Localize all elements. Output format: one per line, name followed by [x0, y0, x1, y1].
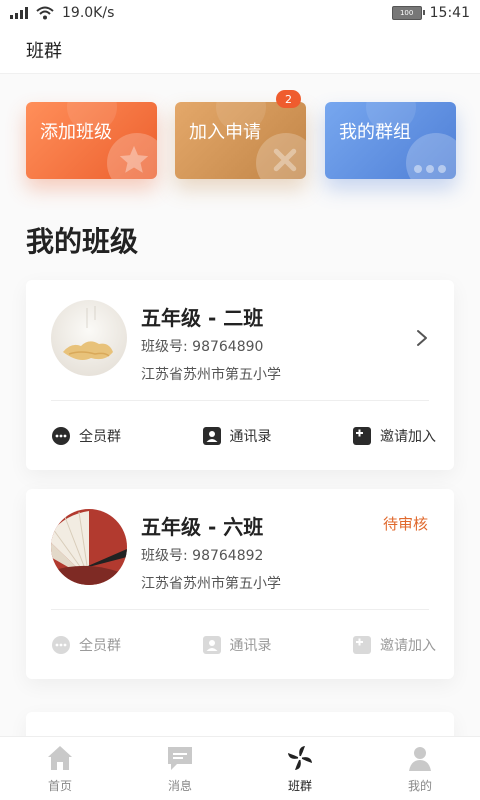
invite-icon — [353, 636, 371, 654]
class-card[interactable]: 五年级 - 六班 班级号: 98764892 江苏省苏州市第五小学 待审核 全员… — [26, 489, 454, 679]
join-request-button[interactable]: 加入申请 — [175, 102, 306, 179]
quick-actions: 添加班级 加入申请 我的群组 — [0, 102, 480, 180]
join-request-badge: 2 — [276, 90, 301, 108]
invite-label: 邀请加入 — [380, 429, 436, 445]
battery-icon: 100 — [391, 6, 425, 20]
chevron-right-icon[interactable] — [414, 328, 430, 348]
battery-level: 100 — [399, 9, 414, 17]
card-divider — [51, 609, 429, 610]
invite-button[interactable]: 邀请加入 — [352, 426, 436, 446]
status-right: 100 15:41 — [391, 5, 470, 21]
contacts-label: 通讯录 — [229, 638, 272, 654]
class-number: 班级号: 98764890 — [141, 336, 263, 356]
class-name: 五年级 - 六班 — [141, 515, 264, 539]
nav-home-label: 首页 — [47, 779, 72, 793]
nav-profile-label: 我的 — [407, 779, 432, 793]
all-members-group-button[interactable]: 全员群 — [51, 426, 121, 446]
pending-review-badge: 待审核 — [382, 515, 428, 533]
class-number-label: 班级号: — [141, 339, 188, 355]
user-icon — [409, 747, 431, 771]
page-title: 班群 — [26, 40, 62, 62]
invite-icon — [353, 427, 371, 445]
all-members-group-label: 全员群 — [79, 429, 121, 445]
class-number-value: 98764892 — [192, 548, 264, 564]
clock: 15:41 — [429, 5, 470, 21]
contacts-button[interactable]: 通讯录 — [202, 635, 272, 655]
close-icon — [273, 148, 297, 172]
status-bar: 19.0K/s 100 15:41 — [0, 0, 480, 26]
page-header: 班群 — [0, 26, 480, 74]
contacts-icon — [202, 636, 221, 654]
chat-bubble-icon — [52, 427, 70, 445]
pinwheel-icon — [288, 746, 312, 770]
class-avatar — [51, 300, 127, 376]
card-divider — [51, 400, 429, 401]
network-speed: 19.0K/s — [62, 5, 115, 21]
message-icon — [168, 747, 192, 770]
class-actions: 全员群 通讯录 邀请加入 — [51, 426, 436, 446]
invite-button[interactable]: 邀请加入 — [352, 635, 436, 655]
invite-label: 邀请加入 — [380, 638, 436, 654]
add-class-label: 添加班级 — [40, 122, 112, 143]
class-number-value: 98764890 — [192, 339, 264, 355]
add-class-button[interactable]: 添加班级 — [26, 102, 157, 179]
class-school: 江苏省苏州市第五小学 — [141, 576, 281, 592]
status-left: 19.0K/s — [10, 5, 114, 21]
nav-profile[interactable]: 我的 — [360, 737, 480, 800]
nav-home[interactable]: 首页 — [0, 737, 120, 800]
contacts-icon — [202, 427, 221, 445]
join-request-label: 加入申请 — [189, 122, 261, 143]
chat-bubble-icon — [52, 636, 70, 654]
all-members-group-button[interactable]: 全员群 — [51, 635, 121, 655]
nav-class-group[interactable]: 班群 — [240, 737, 360, 800]
nav-class-group-label: 班群 — [287, 779, 312, 793]
signal-icon — [10, 7, 28, 19]
wifi-icon — [36, 6, 54, 20]
home-icon — [48, 746, 72, 770]
class-avatar — [51, 509, 127, 585]
star-icon — [119, 145, 149, 173]
my-groups-label: 我的群组 — [339, 122, 411, 143]
section-title: 我的班级 — [26, 225, 139, 258]
class-number-label: 班级号: — [141, 548, 188, 564]
all-members-group-label: 全员群 — [79, 638, 121, 654]
class-name: 五年级 - 二班 — [141, 306, 264, 330]
class-school: 江苏省苏州市第五小学 — [141, 367, 281, 383]
chat-dots-icon — [414, 165, 446, 173]
my-groups-button[interactable]: 我的群组 — [325, 102, 456, 179]
contacts-label: 通讯录 — [229, 429, 272, 445]
class-card[interactable]: 五年级 - 二班 班级号: 98764890 江苏省苏州市第五小学 全员群 通讯… — [26, 280, 454, 470]
class-actions: 全员群 通讯录 邀请加入 — [51, 635, 436, 655]
nav-messages-label: 消息 — [167, 779, 192, 793]
bottom-nav: 首页 消息 班群 我的 — [0, 736, 480, 800]
contacts-button[interactable]: 通讯录 — [202, 426, 272, 446]
nav-messages[interactable]: 消息 — [120, 737, 240, 800]
class-number: 班级号: 98764892 — [141, 545, 263, 565]
